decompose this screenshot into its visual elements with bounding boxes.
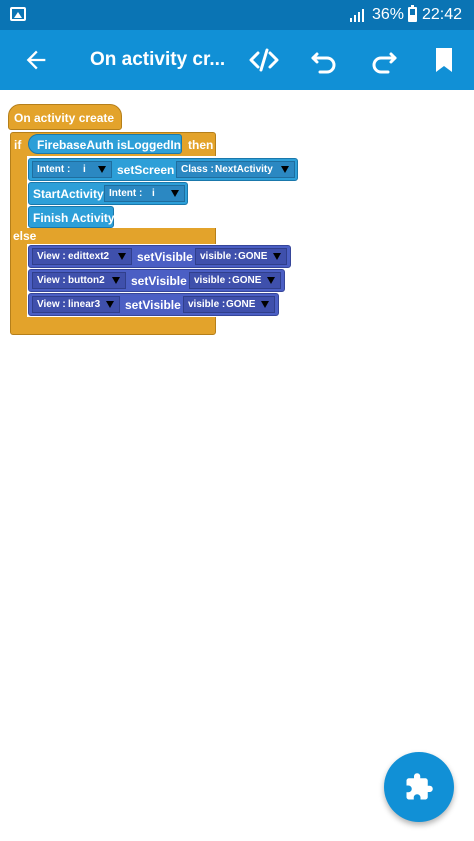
battery-percent: 36% bbox=[372, 6, 405, 23]
bookmark-icon[interactable] bbox=[428, 44, 460, 76]
start-activity-block[interactable]: StartActivity Intent : i bbox=[28, 182, 188, 205]
chevron-down-icon bbox=[106, 301, 114, 308]
condition-label: FirebaseAuth isLoggedIn bbox=[37, 138, 182, 152]
visible-field[interactable]: visible : GONE bbox=[189, 272, 281, 289]
chevron-down-icon bbox=[281, 166, 289, 173]
visible-field[interactable]: visible : GONE bbox=[183, 296, 275, 313]
event-block[interactable]: On activity create bbox=[8, 104, 122, 130]
status-bar: 36% 22:42 bbox=[0, 0, 474, 30]
if-label: if bbox=[14, 138, 22, 152]
signal-icon bbox=[350, 8, 368, 22]
chevron-down-icon bbox=[98, 166, 106, 173]
redo-icon[interactable] bbox=[368, 44, 400, 76]
chevron-down-icon bbox=[261, 301, 269, 308]
chevron-down-icon bbox=[273, 253, 281, 260]
set-screen-block[interactable]: Intent : i setScreen Class : NextActivit… bbox=[28, 158, 298, 181]
start-activity-label: StartActivity bbox=[33, 187, 104, 201]
set-screen-label: setScreen bbox=[117, 163, 175, 177]
add-block-button[interactable] bbox=[384, 752, 454, 822]
intent-field[interactable]: Intent : i bbox=[32, 161, 112, 178]
then-label: then bbox=[188, 138, 214, 152]
finish-activity-block[interactable]: Finish Activity bbox=[28, 206, 115, 228]
set-visible-block[interactable]: View : button2 setVisible visible : GONE bbox=[28, 269, 285, 292]
toolbar: On activity cr... bbox=[0, 30, 474, 90]
set-visible-label: setVisible bbox=[125, 298, 181, 312]
view-field[interactable]: View : edittext2 bbox=[32, 248, 132, 265]
set-visible-label: setVisible bbox=[137, 250, 193, 264]
view-field[interactable]: View : button2 bbox=[32, 272, 126, 289]
event-label: On activity create bbox=[14, 111, 115, 125]
intent-field[interactable]: Intent : i bbox=[104, 185, 185, 202]
condition-block[interactable]: FirebaseAuth isLoggedIn bbox=[28, 134, 182, 154]
chevron-down-icon bbox=[112, 277, 120, 284]
chevron-down-icon bbox=[267, 277, 275, 284]
set-visible-label: setVisible bbox=[131, 274, 187, 288]
gallery-icon bbox=[10, 7, 26, 21]
set-visible-block[interactable]: View : edittext2 setVisible visible : GO… bbox=[28, 245, 291, 268]
view-field[interactable]: View : linear3 bbox=[32, 296, 120, 313]
set-visible-block[interactable]: View : linear3 setVisible visible : GONE bbox=[28, 293, 279, 316]
clock: 22:42 bbox=[422, 6, 463, 23]
visible-field[interactable]: visible : GONE bbox=[195, 248, 287, 265]
undo-icon[interactable] bbox=[308, 44, 340, 76]
chevron-down-icon bbox=[118, 253, 126, 260]
code-icon[interactable] bbox=[248, 44, 280, 76]
else-label: else bbox=[13, 229, 37, 243]
chevron-down-icon bbox=[171, 190, 179, 197]
page-title: On activity cr... bbox=[90, 49, 226, 70]
battery-icon bbox=[408, 5, 417, 22]
finish-activity-label: Finish Activity bbox=[33, 211, 115, 225]
class-field[interactable]: Class : NextActivity bbox=[176, 161, 295, 178]
arrow-back-icon[interactable] bbox=[22, 46, 50, 74]
puzzle-icon bbox=[406, 773, 433, 800]
